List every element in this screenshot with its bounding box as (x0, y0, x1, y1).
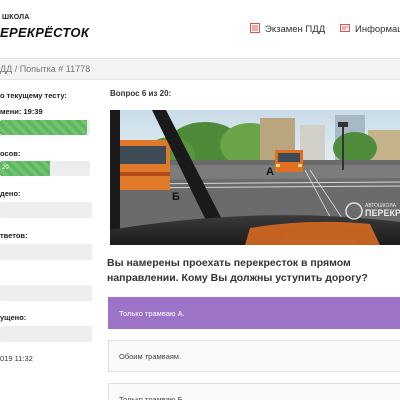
test-stats-sidebar: о текущему тесту: мени: 19:39 осов: 20 д… (0, 80, 96, 400)
label-tram-a: А (266, 166, 274, 178)
answer-option-1[interactable]: Только трамваю А. (108, 297, 400, 329)
breadcrumb-bar: ДД / Попытка # 11778 (0, 58, 400, 80)
answers-value-box (0, 244, 92, 260)
nav-exam-pdd[interactable]: Экзамен ПДД (250, 23, 325, 36)
unnamed-value-box (0, 285, 92, 301)
breadcrumb[interactable]: ДД / Попытка # 11778 (0, 64, 90, 74)
time-progress-bar (0, 120, 90, 135)
list-icon (250, 23, 260, 36)
intersection-scene: А Б АВТОШКОЛА ПЕРЕКРЁСТОК (110, 110, 400, 245)
nav-exam-label: Экзамен ПДД (265, 24, 326, 35)
questions-progress-fill: 20 (0, 161, 50, 176)
skipped-value-box (0, 326, 92, 342)
skipped-label: ущено: (0, 313, 27, 322)
nav-info-label: Информац (355, 24, 400, 35)
answers-label: тветов: (0, 231, 28, 240)
time-progress-fill (0, 120, 88, 135)
stats-title: о текущему тесту: (0, 91, 67, 100)
info-icon (340, 23, 350, 36)
label-tram-b: Б (172, 191, 180, 203)
passed-label: дено: (0, 189, 21, 198)
questions-progress-bar: 20 (0, 161, 90, 176)
logo-top-text: ШКОЛА (2, 14, 30, 21)
passed-value-box (0, 202, 92, 218)
logo[interactable]: ЕРЕКРЁСТОК (0, 25, 89, 40)
question-number: Вопрос 6 из 20: (110, 89, 172, 98)
answer-option-2[interactable]: Обоим трамваям. (108, 340, 400, 372)
answer-option-3[interactable]: Только трамваю Б. (108, 383, 400, 400)
test-date: 019 11:32 (0, 354, 33, 363)
top-header: ШКОЛА ЕРЕКРЁСТОК Экзамен ПДД Информац (0, 0, 400, 56)
question-text: Вы намерены проехать перекресток в прямо… (107, 257, 368, 284)
watermark-main: ПЕРЕКРЁСТОК (365, 208, 400, 218)
time-label: мени: 19:39 (0, 107, 43, 116)
nav-info[interactable]: Информац (340, 23, 400, 36)
questions-label: осов: (0, 149, 21, 158)
question-image: А Б АВТОШКОЛА ПЕРЕКРЁСТОК (110, 110, 400, 245)
